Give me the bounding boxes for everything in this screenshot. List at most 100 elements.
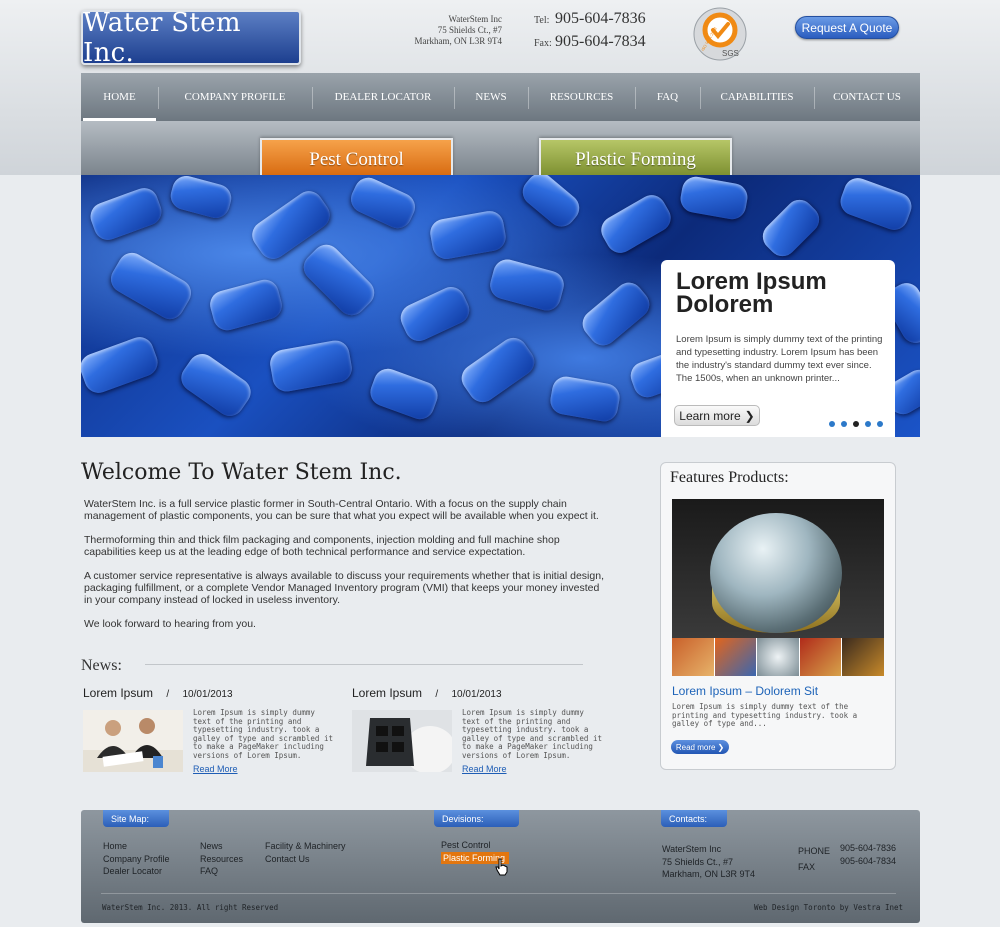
welcome-paragraph: WaterStem Inc. is a full service plastic… [84, 498, 599, 522]
welcome-paragraph: We look forward to hearing from you. [84, 618, 256, 630]
news-title-text: Lorem Ipsum [352, 686, 423, 700]
plastic-tray-photo-icon [352, 710, 456, 774]
slider-dot[interactable] [829, 421, 835, 427]
nav-news[interactable]: NEWS [454, 73, 528, 121]
division-link-pest-control[interactable]: Pest Control [441, 839, 509, 852]
footer-phone-label: PHONE [798, 846, 831, 856]
address-line: Markham, ON L3R 9T4 [414, 36, 503, 46]
footer-tab-contacts: Contacts: [661, 810, 727, 827]
sitemap-link-home[interactable]: Home [103, 840, 170, 853]
footer-divider [101, 893, 896, 894]
address-line: 75 Shields Ct., #7 [437, 25, 502, 35]
news-item: Lorem Ipsum / 10/01/2013 Lorem Ipsum is … [83, 686, 333, 776]
featured-product-text: Lorem Ipsum is simply dummy text of the … [672, 702, 858, 728]
sitemap-link-news[interactable]: News [200, 840, 243, 853]
news-separator: / [166, 689, 170, 700]
nav-contact-us[interactable]: CONTACT US [814, 73, 920, 121]
hand-cursor-icon [495, 858, 508, 876]
product-thumbnail[interactable] [714, 638, 758, 676]
sitemap-column: Home Company Profile Dealer Locator [103, 840, 170, 878]
header-phones: Tel: 905-604-7836 Fax: 905-604-7834 [534, 10, 646, 56]
nav-label: NEWS [475, 91, 507, 103]
plastic-forming-label: Plastic Forming [575, 149, 696, 170]
nav-capabilities[interactable]: CAPABILITIES [700, 73, 814, 121]
footer-tab-divisions: Devisions: [434, 810, 519, 827]
slider-dot[interactable] [877, 421, 883, 427]
news-read-more-link[interactable]: Read More [193, 764, 238, 774]
news-thumbnail[interactable] [83, 710, 183, 772]
slider-dot[interactable] [841, 421, 847, 427]
featured-read-more-label: Read more [675, 742, 716, 752]
tel-label: Tel: [534, 15, 550, 26]
featured-read-more-button[interactable]: Read more ❯ [671, 740, 729, 754]
nav-label: FAQ [656, 91, 679, 103]
logo[interactable]: Water Stem Inc. [81, 7, 301, 68]
plastic-forming-button[interactable]: Plastic Forming [539, 138, 732, 180]
contact-address-line: WaterStem Inc [662, 844, 722, 854]
nav-label: COMPANY PROFILE [184, 91, 286, 103]
product-thumbnail[interactable] [842, 638, 884, 676]
news-text: Lorem Ipsum is simply dummy text of the … [193, 708, 333, 760]
welcome-paragraph: A customer service representative is alw… [84, 570, 604, 606]
sitemap-link-dealer-locator[interactable]: Dealer Locator [103, 865, 170, 878]
sitemap-link-facility[interactable]: Facility & Machinery [265, 840, 346, 853]
certification-icon: SGS ISO 9001:2008 [693, 7, 747, 61]
featured-product-title[interactable]: Lorem Ipsum – Dolorem Sit [672, 684, 818, 698]
request-quote-label: Request A Quote [801, 20, 893, 35]
contacts-labels: PHONE FAX [798, 843, 830, 875]
news-item: Lorem Ipsum / 10/01/2013 Lorem Ipsum is … [352, 686, 602, 776]
nav-resources[interactable]: RESOURCES [528, 73, 635, 121]
banner-title: Lorem Ipsum Dolorem [676, 270, 827, 318]
banner-caption-card: Lorem Ipsum Dolorem Lorem Ipsum is simpl… [661, 260, 895, 437]
news-title: Lorem Ipsum / 10/01/2013 [352, 686, 502, 700]
banner-title-line: Dolorem [676, 291, 774, 318]
nav-company-profile[interactable]: COMPANY PROFILE [158, 73, 312, 121]
cert-label: SGS [722, 49, 739, 58]
chevron-right-icon: ❯ [717, 742, 725, 752]
contacts-heading: Contacts: [669, 813, 708, 824]
footer-phone: 905-604-7836 [840, 843, 897, 853]
news-read-more-link[interactable]: Read More [462, 764, 507, 774]
news-thumbnail[interactable] [352, 710, 456, 774]
contacts-numbers: 905-604-7836 905-604-7834 [840, 842, 896, 868]
news-divider [145, 664, 583, 665]
sitemap-link-contact-us[interactable]: Contact Us [265, 853, 346, 866]
news-date: 10/01/2013 [451, 689, 502, 700]
slider-dot[interactable] [865, 421, 871, 427]
learn-more-button[interactable]: Learn more ❯ [674, 405, 760, 426]
contact-address-line: Markham, ON L3R 9T4 [662, 869, 756, 880]
nav-home[interactable]: HOME [81, 73, 158, 121]
design-credit-link[interactable]: Web Design Toronto by Vestra Inet [754, 903, 903, 912]
news-title: Lorem Ipsum / 10/01/2013 [83, 686, 233, 700]
welcome-body: WaterStem Inc. is a full service plastic… [84, 498, 609, 642]
sitemap-link-resources[interactable]: Resources [200, 853, 243, 866]
chevron-right-icon: ❯ [744, 408, 755, 423]
product-thumbnail[interactable] [799, 638, 843, 676]
featured-product-image[interactable] [672, 499, 884, 638]
logo-text: Water Stem Inc. [83, 7, 241, 68]
nav-label: CAPABILITIES [720, 91, 794, 103]
tel-number: 905-604-7836 [555, 10, 646, 27]
product-thumbnail[interactable] [757, 638, 800, 676]
sitemap-heading: Site Map: [111, 813, 150, 824]
address-line: WaterStem Inc [448, 14, 502, 24]
nav-dealer-locator[interactable]: DEALER LOCATOR [312, 73, 454, 121]
nav-faq[interactable]: FAQ [635, 73, 700, 121]
request-quote-button[interactable]: Request A Quote [795, 16, 899, 39]
header-address: WaterStem Inc 75 Shields Ct., #7 Markham… [400, 14, 503, 47]
welcome-title: Welcome To Water Stem Inc. [81, 460, 402, 485]
meeting-photo-icon [83, 710, 183, 772]
news-date: 10/01/2013 [182, 689, 233, 700]
nav-label: RESOURCES [549, 91, 614, 103]
product-thumbnail[interactable] [672, 638, 715, 676]
divisions-heading: Devisions: [442, 813, 484, 824]
news-heading: News: [81, 657, 122, 674]
slider-dot-active[interactable] [853, 421, 859, 427]
featured-products-heading: Features Products: [670, 469, 789, 486]
sitemap-link-company-profile[interactable]: Company Profile [103, 853, 170, 866]
sitemap-link-faq[interactable]: FAQ [200, 865, 243, 878]
product-thumbnail-strip [672, 638, 884, 676]
nav-label: HOME [103, 91, 136, 103]
pest-control-button[interactable]: Pest Control [260, 138, 453, 180]
footer-fax-label: FAX [798, 862, 816, 872]
